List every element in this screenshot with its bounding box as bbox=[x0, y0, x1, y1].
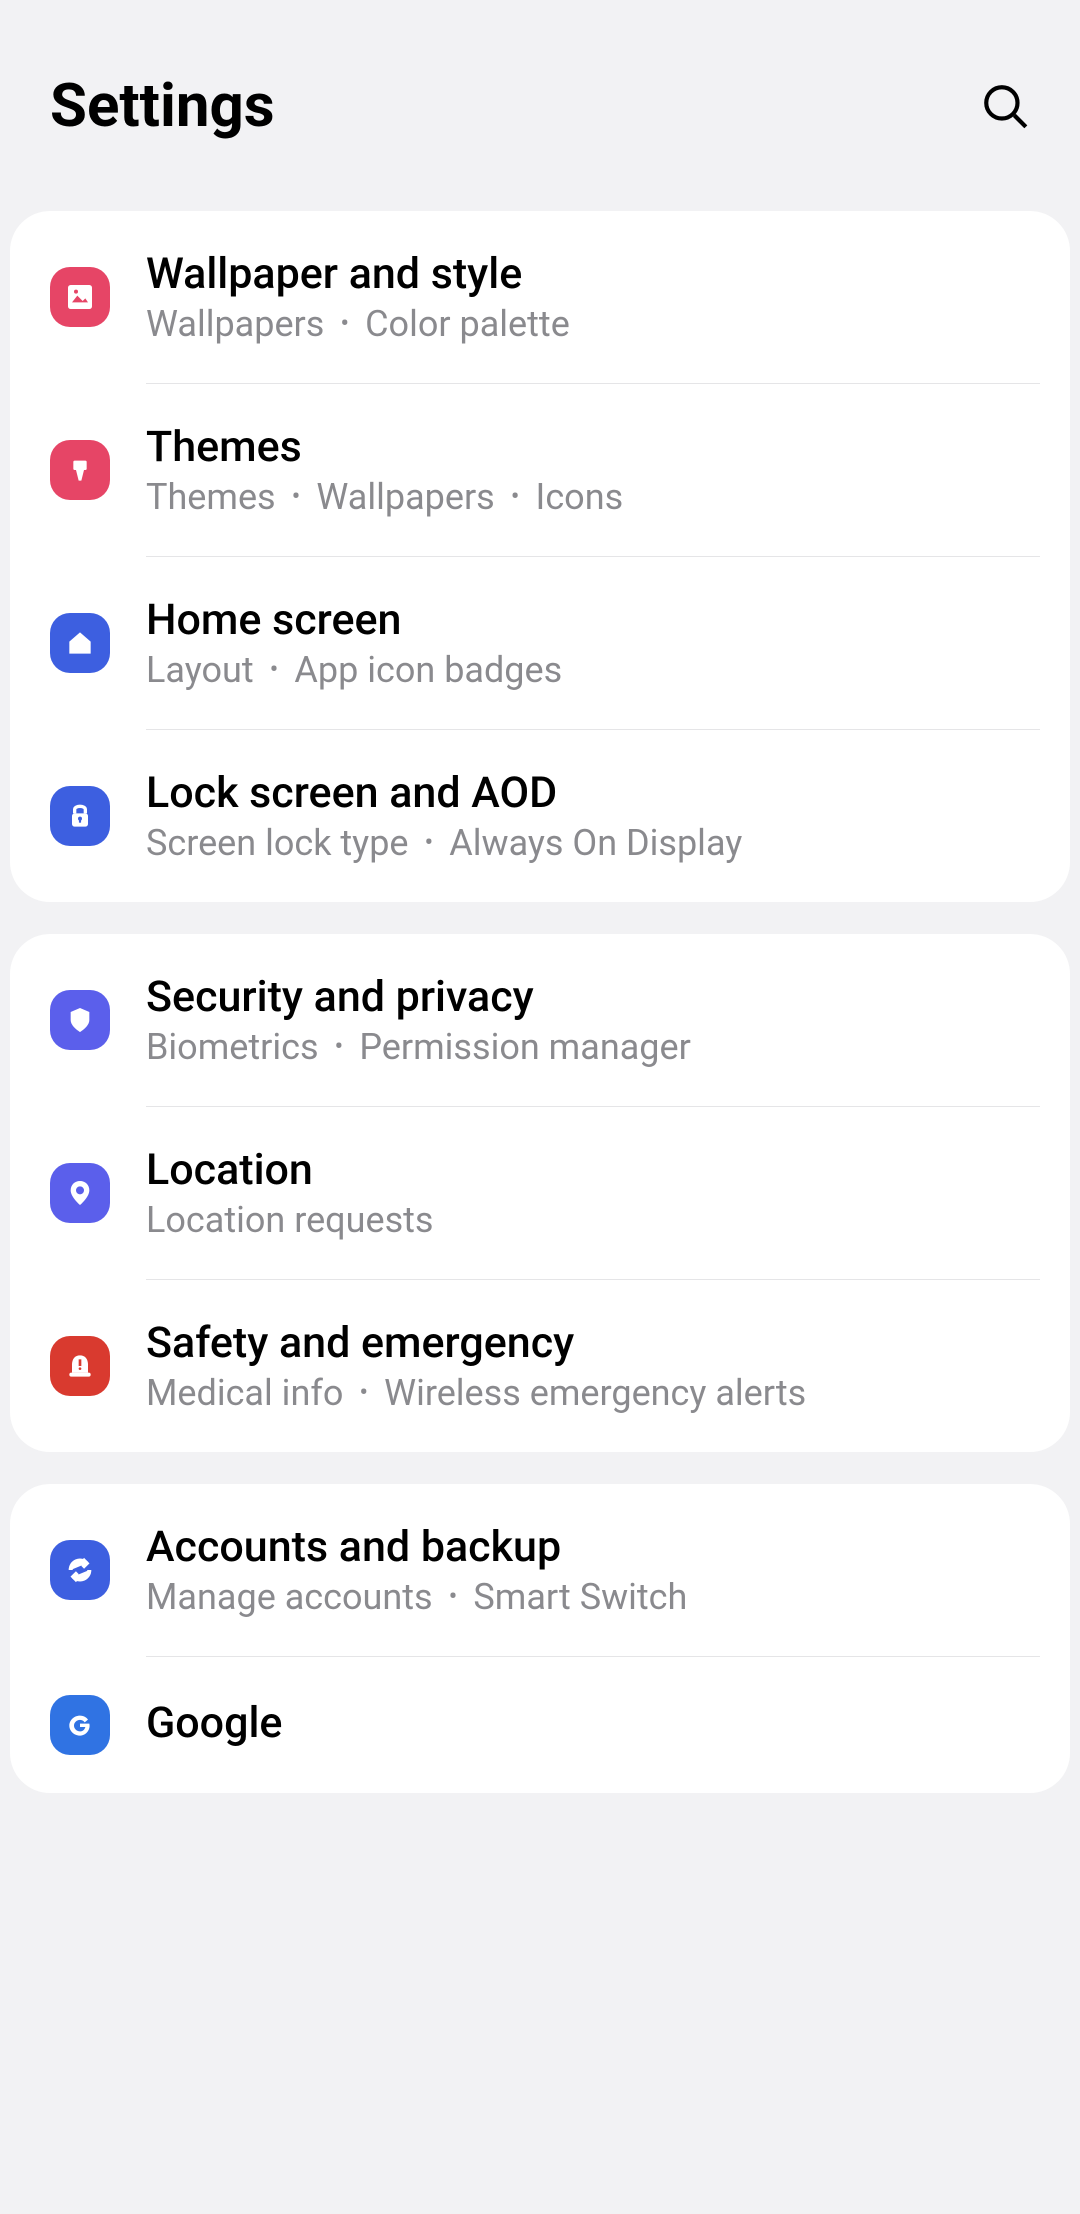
dot-separator: • bbox=[449, 1582, 458, 1612]
location-pin-icon bbox=[50, 1163, 110, 1223]
item-subtitle: Manage accounts • Smart Switch bbox=[146, 1576, 1040, 1618]
item-text: Google bbox=[146, 1698, 1040, 1752]
item-title: Google bbox=[146, 1698, 1040, 1748]
item-subtitle: Wallpapers • Color palette bbox=[146, 303, 1040, 345]
search-button[interactable] bbox=[980, 81, 1030, 131]
item-title: Safety and emergency bbox=[146, 1318, 1040, 1368]
dot-separator: • bbox=[340, 309, 349, 339]
emergency-icon bbox=[50, 1336, 110, 1396]
lock-icon bbox=[50, 786, 110, 846]
item-home-screen[interactable]: Home screen Layout • App icon badges bbox=[10, 557, 1070, 729]
item-google[interactable]: Google bbox=[10, 1657, 1070, 1793]
item-security-privacy[interactable]: Security and privacy Biometrics • Permis… bbox=[10, 934, 1070, 1106]
dot-separator: • bbox=[425, 828, 434, 858]
item-text: Location Location requests bbox=[146, 1145, 1040, 1241]
header: Settings bbox=[0, 0, 1080, 211]
shield-icon bbox=[50, 990, 110, 1050]
settings-group-security: Security and privacy Biometrics • Permis… bbox=[10, 934, 1070, 1452]
item-wallpaper[interactable]: Wallpaper and style Wallpapers • Color p… bbox=[10, 211, 1070, 383]
home-icon bbox=[50, 613, 110, 673]
search-icon bbox=[980, 81, 1030, 131]
item-title: Home screen bbox=[146, 595, 1040, 645]
item-title: Lock screen and AOD bbox=[146, 768, 1040, 818]
sync-icon bbox=[50, 1540, 110, 1600]
settings-group-appearance: Wallpaper and style Wallpapers • Color p… bbox=[10, 211, 1070, 902]
themes-icon bbox=[50, 440, 110, 500]
item-title: Themes bbox=[146, 422, 1040, 472]
item-themes[interactable]: Themes Themes • Wallpapers • Icons bbox=[10, 384, 1070, 556]
item-subtitle: Screen lock type • Always On Display bbox=[146, 822, 1040, 864]
item-text: Themes Themes • Wallpapers • Icons bbox=[146, 422, 1040, 518]
item-title: Location bbox=[146, 1145, 1040, 1195]
dot-separator: • bbox=[359, 1378, 368, 1408]
dot-separator: • bbox=[335, 1032, 344, 1062]
item-subtitle: Biometrics • Permission manager bbox=[146, 1026, 1040, 1068]
item-safety-emergency[interactable]: Safety and emergency Medical info • Wire… bbox=[10, 1280, 1070, 1452]
item-title: Wallpaper and style bbox=[146, 249, 1040, 299]
item-location[interactable]: Location Location requests bbox=[10, 1107, 1070, 1279]
wallpaper-icon bbox=[50, 267, 110, 327]
dot-separator: • bbox=[511, 482, 520, 512]
item-text: Home screen Layout • App icon badges bbox=[146, 595, 1040, 691]
item-text: Safety and emergency Medical info • Wire… bbox=[146, 1318, 1040, 1414]
item-title: Accounts and backup bbox=[146, 1522, 1040, 1572]
settings-group-accounts: Accounts and backup Manage accounts • Sm… bbox=[10, 1484, 1070, 1793]
item-text: Security and privacy Biometrics • Permis… bbox=[146, 972, 1040, 1068]
item-text: Wallpaper and style Wallpapers • Color p… bbox=[146, 249, 1040, 345]
item-accounts-backup[interactable]: Accounts and backup Manage accounts • Sm… bbox=[10, 1484, 1070, 1656]
item-subtitle: Location requests bbox=[146, 1199, 1040, 1241]
page-title: Settings bbox=[50, 70, 275, 141]
google-icon bbox=[50, 1695, 110, 1755]
item-title: Security and privacy bbox=[146, 972, 1040, 1022]
item-text: Accounts and backup Manage accounts • Sm… bbox=[146, 1522, 1040, 1618]
item-subtitle: Layout • App icon badges bbox=[146, 649, 1040, 691]
dot-separator: • bbox=[292, 482, 301, 512]
item-lock-screen[interactable]: Lock screen and AOD Screen lock type • A… bbox=[10, 730, 1070, 902]
item-subtitle: Themes • Wallpapers • Icons bbox=[146, 476, 1040, 518]
item-text: Lock screen and AOD Screen lock type • A… bbox=[146, 768, 1040, 864]
dot-separator: • bbox=[270, 655, 279, 685]
item-subtitle: Medical info • Wireless emergency alerts bbox=[146, 1372, 1040, 1414]
